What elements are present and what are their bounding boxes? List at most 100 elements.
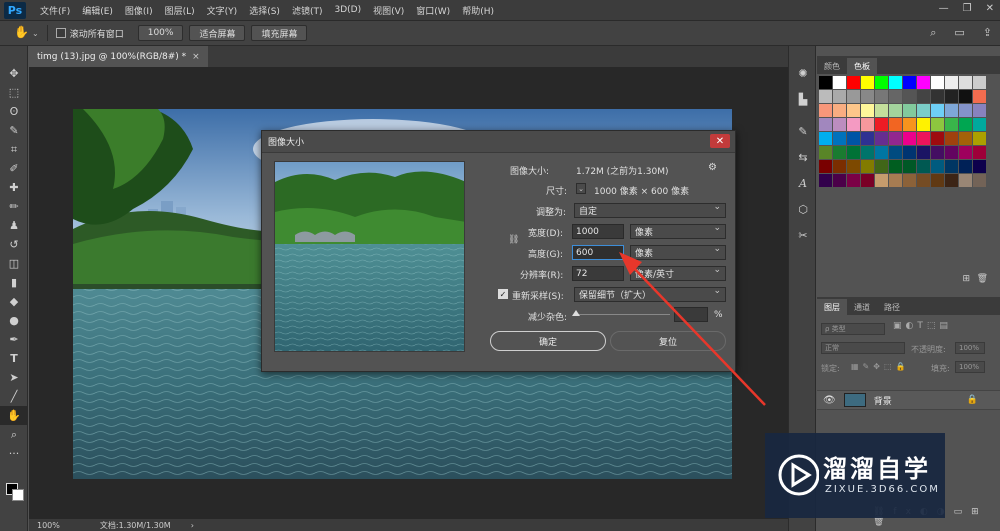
color-swatch[interactable] xyxy=(931,118,944,131)
character-icon[interactable]: A xyxy=(789,170,817,196)
color-swatch[interactable] xyxy=(833,146,846,159)
color-swatch[interactable] xyxy=(833,118,846,131)
color-swatch[interactable] xyxy=(945,118,958,131)
color-swatch[interactable] xyxy=(833,90,846,103)
color-swatch[interactable] xyxy=(917,132,930,145)
paths-icon[interactable]: ✂ xyxy=(789,222,817,248)
color-swatch[interactable] xyxy=(847,76,860,89)
fill-input[interactable]: 100% xyxy=(955,361,985,373)
adjust-icon[interactable]: ⇆ xyxy=(789,144,817,170)
color-swatch[interactable] xyxy=(889,146,902,159)
color-swatch[interactable] xyxy=(945,160,958,173)
color-swatch[interactable] xyxy=(875,118,888,131)
color-swatch[interactable] xyxy=(889,104,902,117)
color-swatch[interactable] xyxy=(819,160,832,173)
color-swatch[interactable] xyxy=(861,118,874,131)
color-swatch[interactable] xyxy=(875,90,888,103)
color-swatch[interactable] xyxy=(973,118,986,131)
color-swatch[interactable] xyxy=(959,146,972,159)
color-swatch[interactable] xyxy=(819,76,832,89)
color-swatch[interactable] xyxy=(917,104,930,117)
color-swatch[interactable] xyxy=(875,174,888,187)
color-swatch[interactable] xyxy=(959,90,972,103)
color-swatch[interactable] xyxy=(833,160,846,173)
color-swatch[interactable] xyxy=(889,132,902,145)
layer-row-background[interactable]: 👁 背景 🔒 xyxy=(817,390,1000,410)
color-swatch[interactable] xyxy=(903,160,916,173)
color-swatch[interactable] xyxy=(917,76,930,89)
color-swatch[interactable] xyxy=(833,132,846,145)
color-swatch[interactable] xyxy=(847,146,860,159)
color-swatch[interactable] xyxy=(903,118,916,131)
color-swatch[interactable] xyxy=(917,174,930,187)
color-swatch[interactable] xyxy=(931,90,944,103)
tab-layers[interactable]: 图层 xyxy=(817,299,847,315)
color-swatch[interactable] xyxy=(819,90,832,103)
color-swatch[interactable] xyxy=(889,90,902,103)
color-swatch[interactable] xyxy=(819,104,832,117)
color-swatch[interactable] xyxy=(945,104,958,117)
color-swatch[interactable] xyxy=(875,76,888,89)
color-swatch[interactable] xyxy=(833,104,846,117)
color-swatch[interactable] xyxy=(819,118,832,131)
histogram-icon[interactable]: ▙ xyxy=(789,86,817,112)
color-swatch[interactable] xyxy=(861,104,874,117)
color-swatch[interactable] xyxy=(973,146,986,159)
color-swatch[interactable] xyxy=(917,160,930,173)
3d-icon[interactable]: ⬡ xyxy=(789,196,817,222)
navigator-icon[interactable]: ✺ xyxy=(789,60,817,86)
color-swatch[interactable] xyxy=(847,90,860,103)
color-swatch[interactable] xyxy=(847,132,860,145)
layer-kind-filter[interactable]: ρ 类型 xyxy=(821,323,885,335)
tab-paths[interactable]: 路径 xyxy=(877,299,907,315)
color-swatch[interactable] xyxy=(847,118,860,131)
color-swatch[interactable] xyxy=(819,146,832,159)
color-swatch[interactable] xyxy=(973,174,986,187)
layer-name[interactable]: 背景 xyxy=(874,394,892,407)
color-swatch[interactable] xyxy=(861,146,874,159)
color-swatch[interactable] xyxy=(973,76,986,89)
visibility-eye-icon[interactable]: 👁 xyxy=(823,395,836,406)
color-swatch[interactable] xyxy=(875,146,888,159)
color-swatch[interactable] xyxy=(889,160,902,173)
color-swatch[interactable] xyxy=(875,104,888,117)
color-swatch[interactable] xyxy=(959,104,972,117)
new-swatch-icon[interactable]: ⊞ xyxy=(962,274,970,284)
color-swatch[interactable] xyxy=(903,132,916,145)
color-swatch[interactable] xyxy=(945,174,958,187)
color-swatch[interactable] xyxy=(931,132,944,145)
color-swatch[interactable] xyxy=(889,174,902,187)
color-swatch[interactable] xyxy=(861,76,874,89)
lock-icons[interactable]: ▦✎✥⬚🔒 xyxy=(851,362,909,371)
opacity-input[interactable]: 100% xyxy=(955,342,985,354)
color-swatch[interactable] xyxy=(931,146,944,159)
color-swatch[interactable] xyxy=(889,76,902,89)
color-swatch[interactable] xyxy=(903,76,916,89)
color-swatch[interactable] xyxy=(875,160,888,173)
color-swatch[interactable] xyxy=(945,146,958,159)
color-swatch[interactable] xyxy=(973,90,986,103)
color-swatch[interactable] xyxy=(819,174,832,187)
color-swatch[interactable] xyxy=(959,160,972,173)
color-swatch[interactable] xyxy=(903,90,916,103)
color-swatch[interactable] xyxy=(903,104,916,117)
color-swatch[interactable] xyxy=(861,90,874,103)
tab-swatches[interactable]: 色板 xyxy=(847,58,877,74)
color-swatch[interactable] xyxy=(959,118,972,131)
color-swatch[interactable] xyxy=(973,132,986,145)
blend-mode-select[interactable]: 正常 xyxy=(821,342,905,354)
color-swatch[interactable] xyxy=(903,146,916,159)
color-swatch[interactable] xyxy=(861,132,874,145)
color-swatch[interactable] xyxy=(847,174,860,187)
color-swatch[interactable] xyxy=(959,76,972,89)
color-swatch[interactable] xyxy=(945,132,958,145)
tab-color[interactable]: 颜色 xyxy=(817,58,847,74)
color-swatch[interactable] xyxy=(973,160,986,173)
color-swatch[interactable] xyxy=(973,104,986,117)
color-swatch[interactable] xyxy=(861,174,874,187)
tab-channels[interactable]: 通道 xyxy=(847,299,877,315)
color-swatch[interactable] xyxy=(847,160,860,173)
color-swatch[interactable] xyxy=(959,132,972,145)
color-swatch[interactable] xyxy=(833,76,846,89)
brush-presets-icon[interactable]: ✎ xyxy=(789,118,817,144)
